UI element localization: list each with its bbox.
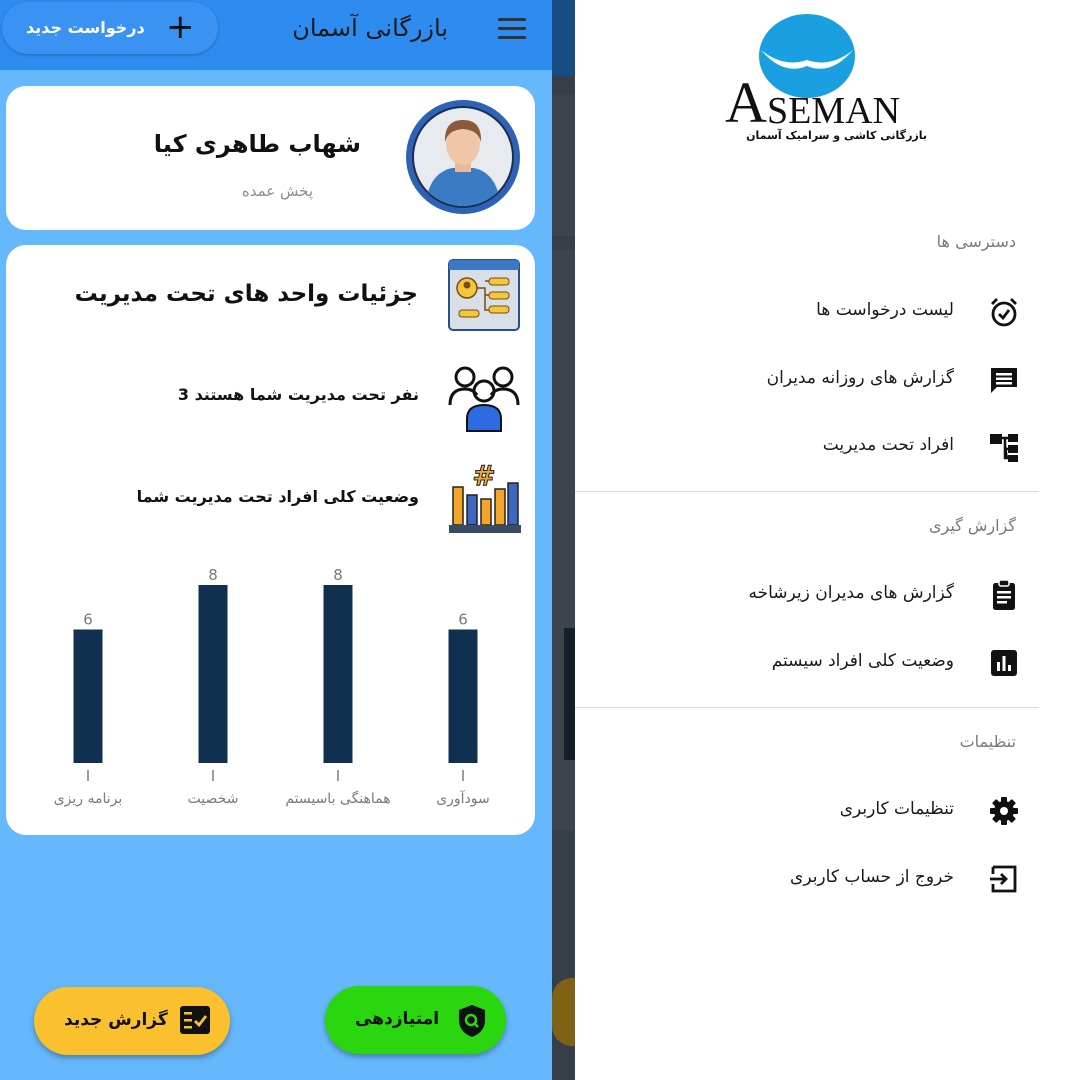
chart-bar <box>73 629 103 763</box>
new-request-label: درخواست جدید <box>26 18 145 37</box>
managed-units-card: جزئیات واحد های تحت مدیریت 3 نفر تحت مدی… <box>6 245 535 835</box>
gear-icon <box>990 797 1018 825</box>
hierarchy-icon <box>990 434 1018 462</box>
team-status-text: وضعیت کلی افراد تحت مدیریت شما <box>136 487 419 506</box>
team-count-text: 3 نفر تحت مدیریت شما هستند <box>177 385 419 404</box>
divider <box>575 491 1039 492</box>
chart-value-label: 6 <box>458 611 468 629</box>
menu-item-label: تنظیمات کاربری <box>839 799 954 819</box>
bar-chart-hash-icon: # <box>449 459 521 533</box>
chart-bar <box>198 585 228 763</box>
chart-bar <box>323 585 353 763</box>
managed-units-title: جزئیات واحد های تحت مدیریت <box>74 281 418 307</box>
menu-item-system-status[interactable]: وضعیت کلی افراد سیستم <box>620 637 1020 687</box>
chart-value-label: 6 <box>83 611 93 629</box>
logout-icon <box>990 865 1017 893</box>
user-name: شهاب طاهری کیا <box>153 130 361 158</box>
new-request-button[interactable]: درخواست جدید + <box>2 2 218 54</box>
section-title-reporting: گزارش گیری <box>928 516 1016 535</box>
shield-search-icon <box>459 1005 485 1037</box>
svg-text:#: # <box>472 459 495 492</box>
chart-category-label: شخصیت <box>188 791 239 807</box>
menu-item-label: گزارش های مدیران زیرشاخه <box>748 583 954 603</box>
alarm-check-icon <box>991 298 1017 327</box>
section-title-settings: تنظیمات <box>959 732 1016 751</box>
menu-item-label: افراد تحت مدیریت <box>822 435 954 455</box>
profile-card: شهاب طاهری کیا پخش عمده <box>6 86 535 230</box>
aseman-logo: A SEMAN بازرگانی کاشی و سرامیک آسمان <box>725 14 927 142</box>
logo-initial: A <box>725 70 767 135</box>
main-screen: درخواست جدید + بازرگانی آسمان شهاب طاهری… <box>0 0 552 1080</box>
new-report-button[interactable]: گزارش جدید <box>34 987 230 1055</box>
team-icon <box>448 366 520 432</box>
chart-category-label: برنامه ریزی <box>54 791 123 807</box>
evaluation-bar-chart: 6 برنامه ریزی 8 شخصیت 8 هماهنگی باسیستم 6 سودآو… <box>54 566 490 807</box>
app-bar: درخواست جدید + بازرگانی آسمان <box>0 0 552 70</box>
org-chart-icon <box>448 259 520 331</box>
clipboard-icon <box>993 579 1015 610</box>
drawer-scrim[interactable] <box>552 0 575 1080</box>
user-role: پخش عمده <box>241 182 313 200</box>
bar-chart-icon <box>991 650 1017 676</box>
menu-item-request-list[interactable]: لیست درخواست ها <box>620 286 1020 336</box>
rating-button[interactable]: امتیازدهی <box>325 986 506 1054</box>
logo-subtitle: بازرگانی کاشی و سرامیک آسمان <box>746 128 927 142</box>
navigation-drawer: A SEMAN بازرگانی کاشی و سرامیک آسمان دست… <box>575 0 1080 1080</box>
new-report-label: گزارش جدید <box>64 1010 168 1030</box>
menu-item-branch-reports[interactable]: گزارش های مدیران زیرشاخه <box>620 569 1020 619</box>
menu-item-daily-reports[interactable]: گزارش های روزانه مدیران <box>620 354 1020 404</box>
message-icon <box>991 368 1017 393</box>
logo-text: SEMAN <box>767 90 900 132</box>
chart-category-label: هماهنگی باسیستم <box>285 790 390 807</box>
menu-item-logout[interactable]: خروج از حساب کاربری <box>620 853 1020 903</box>
chart-category-label: سودآوری <box>436 790 490 807</box>
rating-label: امتیازدهی <box>355 1009 440 1029</box>
menu-item-label: لیست درخواست ها <box>816 300 954 320</box>
checklist-icon <box>180 1006 210 1034</box>
menu-item-user-settings[interactable]: تنظیمات کاربری <box>620 785 1020 835</box>
divider <box>575 707 1039 708</box>
chart-value-label: 8 <box>208 566 218 584</box>
section-title-access: دسترسی ها <box>936 232 1016 251</box>
app-title: بازرگانی آسمان <box>292 14 448 42</box>
avatar[interactable] <box>404 98 522 216</box>
hamburger-menu-icon[interactable] <box>498 18 526 40</box>
menu-item-label: خروج از حساب کاربری <box>790 867 954 887</box>
menu-item-label: گزارش های روزانه مدیران <box>766 368 954 388</box>
chart-bar <box>448 629 478 763</box>
plus-icon: + <box>166 7 195 47</box>
menu-item-label: وضعیت کلی افراد سیستم <box>771 651 954 671</box>
chart-value-label: 8 <box>333 566 343 584</box>
menu-item-subordinates[interactable]: افراد تحت مدیریت <box>620 421 1020 471</box>
